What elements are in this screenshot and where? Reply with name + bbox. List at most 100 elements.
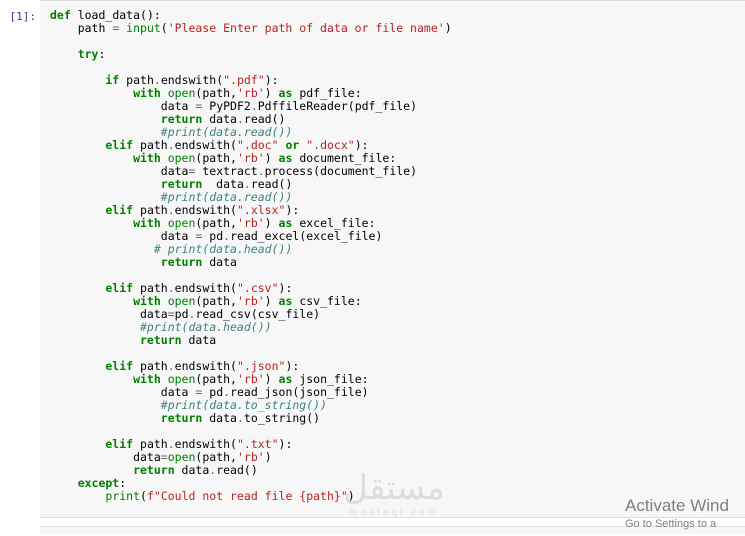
- paren: ): [362, 385, 369, 399]
- code-editor[interactable]: def load_data(): path = input('Please En…: [40, 0, 745, 518]
- kw-or: or: [279, 138, 307, 152]
- expr: path: [133, 203, 168, 217]
- expr: data: [202, 177, 244, 191]
- paren: (: [140, 489, 147, 503]
- kw-with: with: [50, 151, 161, 165]
- method: read: [251, 177, 279, 191]
- string: ".txt": [237, 437, 279, 451]
- dot: .: [168, 138, 175, 152]
- kw-as: as: [272, 151, 293, 165]
- kw-elif: elif: [50, 437, 133, 451]
- arg: path,: [202, 151, 237, 165]
- comment: #print(data.head()): [50, 320, 272, 334]
- string: "Could not read file {path}": [154, 489, 348, 503]
- paren: (: [230, 437, 237, 451]
- var: csv_file:: [292, 294, 361, 308]
- paren: ):: [279, 281, 293, 295]
- kw-if: if: [50, 73, 119, 87]
- var-path: path: [50, 21, 112, 35]
- dot: .: [237, 411, 244, 425]
- kw-elif: elif: [50, 138, 133, 152]
- paren: ():: [140, 8, 161, 22]
- fstring-prefix: f: [147, 489, 154, 503]
- paren: (: [230, 281, 237, 295]
- method: to_string: [244, 411, 306, 425]
- paren: (: [230, 138, 237, 152]
- paren: (: [251, 307, 258, 321]
- paren: (): [306, 411, 320, 425]
- op-eq: =: [168, 307, 175, 321]
- assign: data: [50, 164, 188, 178]
- string: 'rb': [237, 216, 265, 230]
- next-cell[interactable]: [40, 526, 745, 534]
- assign: data: [50, 99, 195, 113]
- dot: .: [168, 281, 175, 295]
- string: 'rb': [237, 372, 265, 386]
- op-eq: =: [161, 450, 168, 464]
- string: 'rb': [237, 294, 265, 308]
- string: ".csv": [237, 281, 279, 295]
- assign: data: [50, 307, 168, 321]
- kw-return: return: [50, 112, 202, 126]
- cls: PdffileReader: [258, 99, 348, 113]
- kw-return: return: [50, 333, 182, 347]
- dot: .: [168, 359, 175, 373]
- kw-as: as: [272, 294, 293, 308]
- kw-with: with: [50, 372, 161, 386]
- paren: ): [445, 21, 452, 35]
- paren: ): [348, 489, 355, 503]
- paren: ): [410, 164, 417, 178]
- comment: #print(data.read()): [50, 125, 292, 139]
- var: excel_file:: [292, 216, 375, 230]
- mod: textract: [195, 164, 257, 178]
- kw-as: as: [272, 86, 293, 100]
- expr: path: [133, 359, 168, 373]
- assign: data: [50, 385, 195, 399]
- string: ".json": [237, 359, 285, 373]
- input-prompt: [1]:: [0, 0, 40, 23]
- builtin-open: open: [168, 450, 196, 464]
- arg: path,: [202, 294, 237, 308]
- paren: ): [265, 216, 272, 230]
- arg: csv_file: [258, 307, 313, 321]
- dot: .: [154, 73, 161, 87]
- expr: data: [202, 255, 237, 269]
- paren: (: [230, 359, 237, 373]
- kw-as: as: [272, 216, 293, 230]
- arg: pdf_file: [355, 99, 410, 113]
- comment: #print(data.read()): [50, 190, 292, 204]
- string: ".pdf": [223, 73, 265, 87]
- paren: ): [265, 86, 272, 100]
- method: endswith: [161, 73, 216, 87]
- paren: (): [279, 177, 293, 191]
- arg: document_file: [320, 164, 410, 178]
- builtin-open: open: [161, 294, 196, 308]
- string: ".docx": [306, 138, 354, 152]
- method: endswith: [175, 203, 230, 217]
- arg: path,: [202, 450, 237, 464]
- paren: ): [265, 151, 272, 165]
- method: endswith: [175, 281, 230, 295]
- builtin-open: open: [161, 216, 196, 230]
- kw-return: return: [50, 411, 202, 425]
- dot: .: [251, 99, 258, 113]
- kw-elif: elif: [50, 359, 133, 373]
- paren: ): [265, 372, 272, 386]
- paren: ): [313, 307, 320, 321]
- paren: ): [265, 450, 272, 464]
- kw-elif: elif: [50, 281, 133, 295]
- fn: read_json: [230, 385, 292, 399]
- assign: data: [50, 450, 161, 464]
- string: 'rb': [237, 86, 265, 100]
- string: 'rb': [237, 450, 265, 464]
- paren: (: [230, 203, 237, 217]
- arg: excel_file: [306, 229, 375, 243]
- kw-with: with: [50, 86, 161, 100]
- dot: .: [258, 164, 265, 178]
- expr: data: [182, 333, 217, 347]
- dot: .: [168, 203, 175, 217]
- paren: (: [348, 99, 355, 113]
- string: 'Please Enter path of data or file name': [168, 21, 445, 35]
- string: ".xlsx": [237, 203, 285, 217]
- method: endswith: [175, 138, 230, 152]
